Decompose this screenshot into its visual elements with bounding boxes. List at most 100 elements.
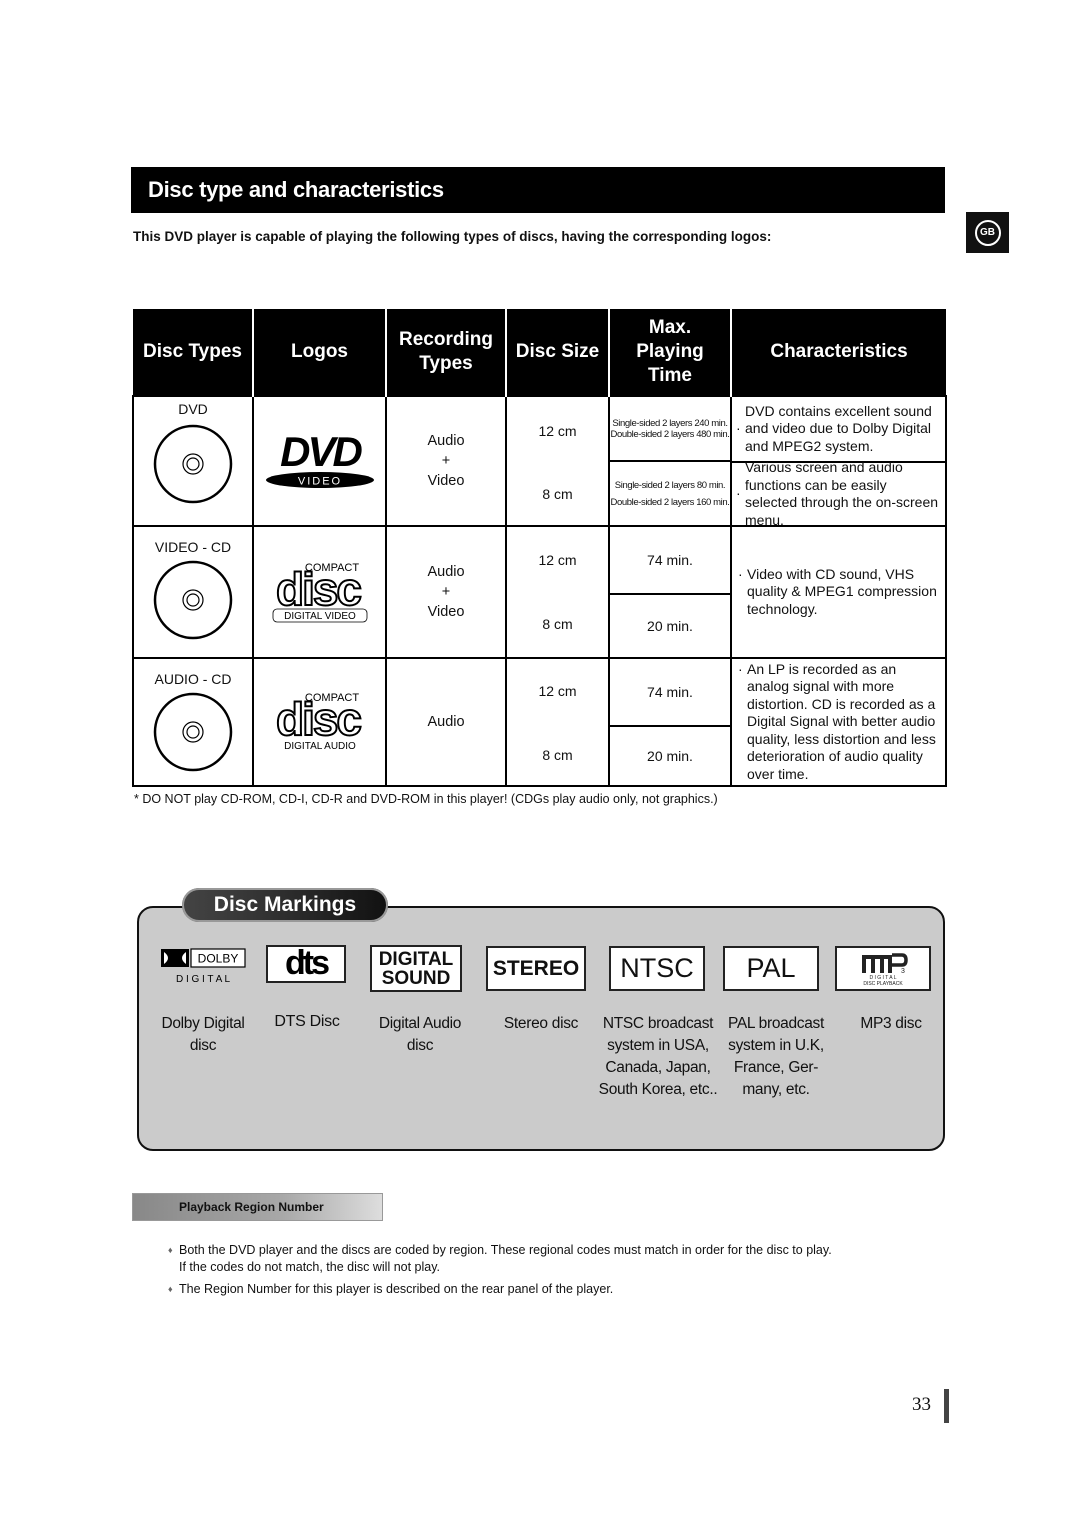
caption-line: disc — [406, 1037, 434, 1054]
col-recording-line1: Recording — [399, 329, 493, 350]
caption-line: PAL broadcast — [727, 1015, 825, 1032]
time-12cm: 74 min. — [647, 552, 693, 568]
disc-type-label: VIDEO - CD — [154, 539, 232, 555]
dolby-logo-sub: D I G I T A L — [176, 974, 231, 985]
size-8cm: 8 cm — [542, 747, 573, 763]
caption-line: South Korea, etc.. — [598, 1081, 718, 1098]
digital-sound-line1: DIGITAL — [378, 948, 454, 970]
col-playing-line2: Playing — [636, 341, 704, 362]
cd-logo-sub: DIGITAL VIDEO — [284, 611, 356, 622]
dolby-logo-text: DOLBY — [198, 952, 239, 966]
recording-line: Audio — [427, 564, 465, 580]
recording-line: Audio — [427, 433, 465, 449]
dts-icon: dts — [285, 949, 332, 979]
caption-pal: PAL broadcast system in U.K, France, Ger… — [722, 1013, 830, 1101]
caption-line: MP3 disc — [860, 1015, 922, 1032]
dvd-video-logo: DVD VIDEO — [265, 428, 374, 488]
cd-logo-sub: DIGITAL AUDIO — [284, 741, 356, 752]
recording-line: Audio — [427, 714, 465, 730]
size-12cm: 12 cm — [538, 552, 577, 568]
disc-type-cell: VIDEO - CD — [132, 525, 254, 659]
disc-icon — [153, 692, 233, 772]
characteristic-item: · An LP is recorded as an analog signal w… — [738, 661, 939, 784]
playback-region-heading: Playback Region Number — [132, 1193, 383, 1221]
recording-line: Video — [427, 604, 465, 620]
region-bullet-text: The Region Number for this player is des… — [179, 1282, 614, 1296]
recording-cell: Audio + Video — [385, 395, 507, 527]
recording-cell: Audio + Video — [385, 525, 507, 659]
digital-sound-logo: DIGITAL SOUND — [370, 945, 462, 992]
size-8cm: 8 cm — [542, 616, 573, 632]
disc-markings-title: Disc Markings — [182, 888, 388, 922]
mp3-logo: 3 D I G I T A L DISC PLAYBACK — [835, 946, 931, 991]
caption-line: Canada, Japan, — [605, 1059, 711, 1076]
region-bullet-text: Both the DVD player and the discs are co… — [179, 1243, 832, 1257]
dolby-digital-logo: DOLBY D I G I T A L — [161, 947, 247, 987]
dts-logo-text: dts — [285, 949, 329, 979]
caption-line: Dolby Digital — [161, 1015, 245, 1032]
region-bullet-text: If the codes do not match, the disc will… — [179, 1260, 441, 1274]
diamond-bullet-icon: ♦ — [168, 1245, 173, 1255]
disc-type-cell: AUDIO - CD — [132, 657, 254, 787]
page-number: 33 — [912, 1394, 931, 1415]
bullet: · — [736, 485, 741, 502]
dolby-icon: DOLBY D I G I T A L — [161, 948, 246, 985]
time-12cm: 74 min. — [647, 684, 693, 700]
characteristics-cell: · An LP is recorded as an analog signal w… — [730, 657, 947, 787]
dts-logo: dts — [266, 945, 346, 983]
region-bullet-item: ♦ The Region Number for this player is d… — [168, 1281, 832, 1298]
recording-line: Video — [427, 473, 465, 489]
size-12cm: 12 cm — [538, 683, 577, 699]
region-bullet-list: ♦ Both the DVD player and the discs are … — [168, 1242, 832, 1303]
time-line: Double-sided 2 layers 160 min. — [610, 496, 730, 508]
region-bullet-item: ♦ Both the DVD player and the discs are … — [168, 1242, 832, 1276]
caption-line: Stereo disc — [503, 1015, 579, 1032]
table-header-row: Disc Types Logos Recording Types Disc Siz… — [133, 309, 946, 396]
col-recording-line2: Types — [419, 353, 473, 374]
playing-time-cell: 74 min. 20 min. — [608, 525, 732, 659]
size-8cm: 8 cm — [542, 486, 573, 502]
playing-time-cell: Single-sided 2 layers 240 min. Double-sid… — [608, 395, 732, 527]
caption-mp3: MP3 disc — [846, 1013, 936, 1035]
time-12cm: Single-sided 2 layers 240 min. Double-sid… — [610, 397, 730, 460]
compact-disc-video-logo: COMPACT disc DIGITAL VIDEO — [272, 562, 367, 622]
table-row-video-cd: VIDEO - CD COMPACT disc DIGITAL VIDEO Au… — [132, 525, 947, 659]
caption-line: Digital Audio — [378, 1015, 462, 1032]
time-8cm: Single-sided 2 layers 80 min. Double-side… — [610, 460, 730, 525]
recording-line: + — [441, 453, 451, 469]
characteristic-item: · DVD contains excellent sound and video … — [732, 397, 945, 461]
characteristic-item: · Various screen and audio functions can … — [732, 459, 945, 528]
page-marker-bar — [944, 1389, 949, 1423]
characteristic-text: DVD contains excellent sound and video d… — [745, 402, 932, 454]
caption-line: NTSC broadcast — [602, 1015, 714, 1032]
playing-time-cell: 74 min. 20 min. — [608, 657, 732, 787]
section-title: Disc type and characteristics — [131, 167, 945, 213]
time-8cm: 20 min. — [610, 593, 730, 657]
svg-text:3: 3 — [901, 968, 905, 975]
ntsc-logo: NTSC — [609, 946, 705, 991]
col-disc-types: Disc Types — [133, 309, 253, 396]
col-max-playing-time: Max. Playing Time — [608, 309, 731, 396]
disc-type-cell: DVD — [132, 395, 254, 527]
dvd-logo-text: DVD — [280, 430, 362, 475]
recording-line: + — [441, 584, 451, 600]
cd-logo-main: disc — [275, 693, 360, 745]
table-row-audio-cd: AUDIO - CD COMPACT disc DIGITAL AUDIO Au… — [132, 657, 947, 787]
footnote-warning: * DO NOT play CD-ROM, CD-I, CD-R and DVD… — [134, 792, 718, 806]
digital-sound-line2: SOUND — [381, 967, 451, 989]
logo-cell: COMPACT disc DIGITAL VIDEO — [252, 525, 387, 659]
characteristic-text: Various screen and audio functions can b… — [745, 459, 939, 528]
col-playing-line1: Max. — [648, 317, 692, 338]
logo-cell: DVD VIDEO — [252, 395, 387, 527]
disc-size-cell: 12 cm 8 cm — [505, 657, 610, 787]
diamond-bullet-icon: ♦ — [168, 1284, 173, 1294]
mp3-icon: 3 D I G I T A L DISC PLAYBACK — [862, 952, 908, 987]
disc-type-label: DVD — [178, 401, 208, 417]
time-line: Double-sided 2 layers 480 min. — [610, 428, 730, 440]
gb-icon: GB — [974, 219, 1001, 246]
mp3-logo-sub2: DISC PLAYBACK — [863, 981, 903, 987]
caption-ntsc: NTSC broadcast system in USA, Canada, Ja… — [598, 1013, 718, 1101]
col-disc-size: Disc Size — [505, 309, 609, 396]
col-logos: Logos — [252, 309, 386, 396]
dvd-logo-sub: VIDEO — [297, 475, 341, 487]
